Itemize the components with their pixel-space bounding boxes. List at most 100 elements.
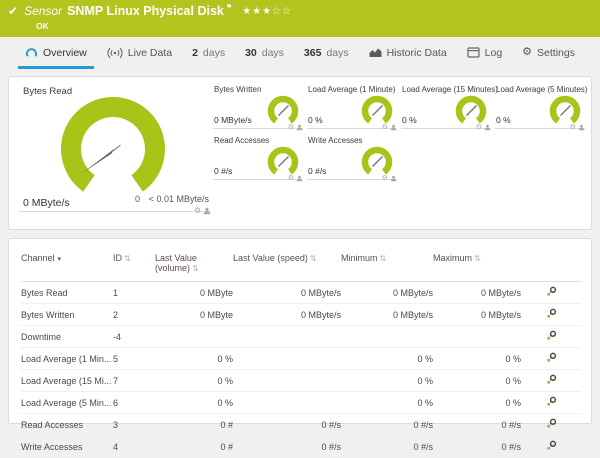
channel-name: Load Average (5 Min...	[21, 391, 113, 414]
gauge-dial	[549, 95, 581, 124]
gauge-value: 0 MByte/s	[214, 115, 252, 125]
gauge-tile-load-average-1: Load Average (1 Minute) 0 % ⚙	[307, 83, 397, 131]
sort-icon: ⇅	[474, 254, 481, 263]
person-icon[interactable]	[484, 124, 491, 131]
tab-overview[interactable]: Overview	[18, 39, 94, 69]
last-value-speed: 0 #/s	[233, 413, 341, 436]
small-gauges-grid: Bytes Written 0 MByte/s ⚙ Load Average (…	[213, 83, 591, 182]
wrench-icon[interactable]	[546, 308, 557, 319]
gauge-settings-gear-icon[interactable]: ⚙	[288, 124, 294, 131]
wrench-icon[interactable]	[546, 352, 557, 363]
gauge-settings-gear-icon[interactable]: ⚙	[476, 124, 482, 131]
last-value-speed	[233, 325, 341, 348]
last-value-volume: 0 #	[155, 435, 233, 458]
channel-table-body: Bytes Read 1 0 MByte 0 MByte/s 0 MByte/s 0 MB…	[21, 281, 581, 458]
tab-number: 2	[192, 46, 198, 59]
maximum-value: 0 %	[433, 369, 521, 392]
primary-gauge-tile: Bytes Read 0 MByte/s 0 < 0.01 MByte/s ⚙	[19, 83, 211, 215]
gauge-settings-gear-icon[interactable]: ⚙	[382, 175, 388, 182]
table-row[interactable]: Read Accesses 3 0 #0 #/s 0 #/s 0 #/s	[21, 413, 581, 436]
channel-id: 4	[113, 435, 155, 458]
priority-star-rating[interactable]: ★★★☆☆	[242, 6, 292, 17]
table-row[interactable]: Downtime -4	[21, 325, 581, 348]
column-header-minimum[interactable]: Minimum ⇅	[341, 247, 433, 282]
person-icon[interactable]	[296, 175, 303, 182]
last-value-speed	[233, 369, 341, 392]
column-header-maximum[interactable]: Maximum ⇅	[433, 247, 521, 282]
channel-name: Load Average (1 Min...	[21, 347, 113, 370]
gauge-icon	[25, 48, 38, 57]
person-icon[interactable]	[390, 124, 397, 131]
minimum-value: 0 #/s	[341, 413, 433, 436]
wrench-icon[interactable]	[546, 374, 557, 385]
maximum-value: 0 #/s	[433, 435, 521, 458]
last-value-volume: 0 MByte	[155, 303, 233, 326]
column-header-last-value-speed[interactable]: Last Value (speed) ⇅	[233, 247, 341, 282]
gauge-settings-gear-icon[interactable]: ⚙	[382, 124, 388, 131]
wrench-icon[interactable]	[546, 396, 557, 407]
table-row[interactable]: Load Average (5 Min... 6 0 % 0 % 0 %	[21, 391, 581, 414]
minimum-value	[341, 325, 433, 348]
tab-365-days[interactable]: 365 days	[297, 39, 356, 69]
table-row[interactable]: Bytes Read 1 0 MByte 0 MByte/s 0 MByte/s 0 MB…	[21, 281, 581, 304]
table-row[interactable]: Load Average (15 Mi... 7 0 % 0 % 0 %	[21, 369, 581, 392]
last-value-speed: 0 MByte/s	[233, 281, 341, 304]
gauge-tile-read-accesses: Read Accesses 0 #/s ⚙	[213, 134, 303, 182]
tab-historic-data[interactable]: Historic Data	[362, 39, 454, 69]
gauge-settings-gear-icon[interactable]: ⚙	[570, 124, 576, 131]
last-value-volume	[155, 325, 233, 348]
gauge-tile-load-average-5: Load Average (5 Minutes) 0 % ⚙	[495, 83, 587, 131]
channel-id: 3	[113, 413, 155, 436]
minimum-value: 0 #/s	[341, 435, 433, 458]
gauge-settings-gear-icon[interactable]: ⚙	[194, 207, 201, 215]
person-icon[interactable]	[203, 207, 211, 215]
maximum-value: 0 MByte/s	[433, 281, 521, 304]
wrench-icon[interactable]	[546, 330, 557, 341]
table-row[interactable]: Bytes Written 2 0 MByte 0 MByte/s 0 MByte/s 0…	[21, 303, 581, 326]
person-icon[interactable]	[390, 175, 397, 182]
tab-2-days[interactable]: 2 days	[185, 39, 232, 69]
column-header-last-value-volume[interactable]: Last Value (volume) ⇅	[155, 247, 233, 282]
last-value-volume: 0 %	[155, 391, 233, 414]
minimum-value: 0 %	[341, 391, 433, 414]
person-icon[interactable]	[578, 124, 585, 131]
maximum-value: 0 %	[433, 347, 521, 370]
channel-name: Read Accesses	[21, 413, 113, 436]
wrench-icon[interactable]	[546, 440, 557, 451]
tab-log[interactable]: Log	[460, 39, 510, 69]
primary-gauge-scale-max: < 0.01 MByte/s	[148, 194, 209, 204]
tab-unit: days	[261, 46, 284, 59]
column-header-id[interactable]: ID ⇅	[113, 247, 155, 282]
tab-settings[interactable]: ⚙ Settings	[515, 39, 582, 69]
channel-table-panel: Channel ▾ ID ⇅ Last Value (volume) ⇅ Last V…	[8, 238, 592, 458]
table-row[interactable]: Write Accesses 4 0 #0 #/s 0 #/s 0 #/s	[21, 435, 581, 458]
maximum-value: 0 %	[433, 391, 521, 414]
last-value-speed	[233, 347, 341, 370]
tab-30-days[interactable]: 30 days	[238, 39, 291, 69]
gear-icon: ⚙	[522, 46, 533, 58]
flag-icon: ⚑	[225, 4, 233, 11]
gauge-value: 0 %	[496, 115, 511, 125]
status-badge: OK	[36, 21, 49, 31]
sensor-title: SNMP Linux Physical Disk	[67, 4, 224, 18]
sort-desc-icon: ▾	[57, 256, 62, 263]
column-header-channel[interactable]: Channel ▾	[21, 247, 113, 282]
wrench-icon[interactable]	[546, 418, 557, 429]
primary-gauge-dial	[61, 97, 165, 192]
tab-label: Settings	[537, 46, 575, 59]
last-value-volume: 0 #	[155, 413, 233, 436]
last-value-volume: 0 MByte	[155, 281, 233, 304]
channel-name: Write Accesses	[21, 435, 113, 458]
wrench-icon[interactable]	[546, 286, 557, 297]
minimum-value: 0 %	[341, 369, 433, 392]
person-icon[interactable]	[296, 124, 303, 131]
gauge-tile-bytes-written: Bytes Written 0 MByte/s ⚙	[213, 83, 303, 131]
gauge-settings-gear-icon[interactable]: ⚙	[288, 175, 294, 182]
minimum-value: 0 %	[341, 347, 433, 370]
table-row[interactable]: Load Average (1 Min... 5 0 % 0 % 0 %	[21, 347, 581, 370]
gauge-value: 0 %	[308, 115, 323, 125]
gauge-dial	[361, 95, 393, 124]
tab-live-data[interactable]: Live Data	[100, 39, 179, 69]
maximum-value: 0 MByte/s	[433, 303, 521, 326]
tab-bar: Overview Live Data 2 days 30 days 365 da…	[0, 37, 600, 70]
